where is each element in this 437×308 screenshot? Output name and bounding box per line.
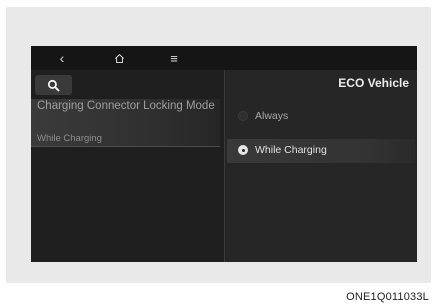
radio-selected-icon (238, 145, 248, 155)
option-always[interactable]: Always (227, 105, 415, 129)
right-panel (225, 70, 417, 262)
left-panel: Charging Connector Locking Mode While Ch… (31, 70, 224, 262)
home-button[interactable] (108, 49, 130, 67)
infotainment-screen: ‹ ≡ Charging Connector Locking Mode Whil… (31, 46, 417, 262)
menu-item-title: Charging Connector Locking Mode (37, 100, 215, 112)
menu-item-value: While Charging (37, 133, 102, 144)
menu-button[interactable]: ≡ (163, 49, 185, 67)
search-icon (47, 79, 60, 91)
option-label: Always (255, 110, 289, 122)
top-navigation-bar: ‹ ≡ (31, 46, 417, 70)
menu-item-charging-connector-locking-mode[interactable]: Charging Connector Locking Mode While Ch… (31, 99, 220, 147)
figure-caption: ONE1Q011033L (346, 291, 429, 303)
panel-title: ECO Vehicle (338, 76, 409, 90)
menu-item-divider (31, 146, 220, 147)
radio-unselected-icon (238, 111, 248, 121)
search-button[interactable] (35, 75, 72, 95)
home-icon (114, 53, 124, 63)
option-label: While Charging (255, 144, 327, 156)
back-button[interactable]: ‹ (51, 49, 73, 67)
option-while-charging[interactable]: While Charging (227, 139, 415, 163)
